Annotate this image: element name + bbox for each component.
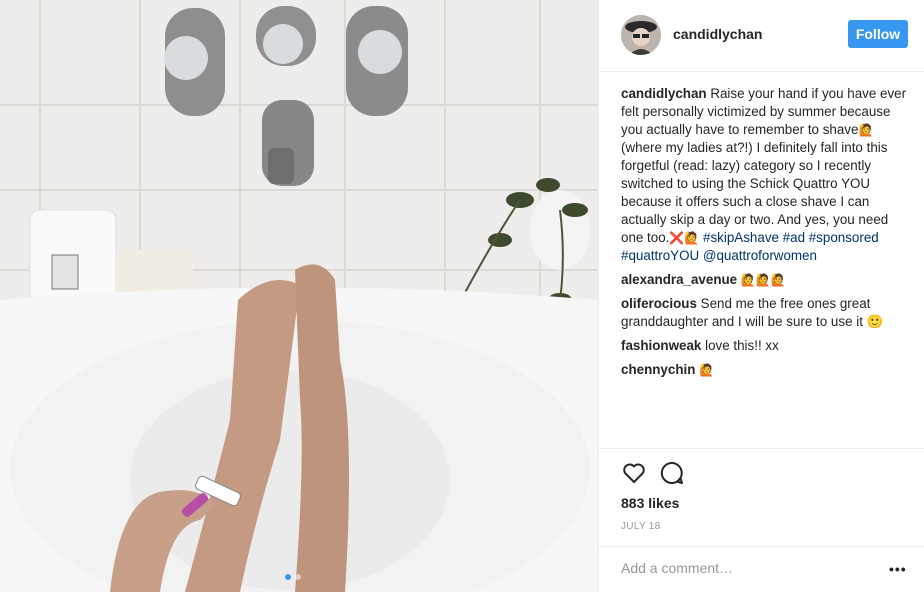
raised-hand-emoji: 🙋 [858,123,874,137]
comment-item: oliferocious Send me the free ones great… [621,295,913,331]
comment-username[interactable]: fashionweak [621,338,701,353]
more-options-icon[interactable]: ••• [889,561,907,579]
cross-hand-emoji: ❌🙋 [669,231,700,245]
carousel-dot[interactable] [295,574,301,580]
comment-text: love this!! xx [705,338,779,353]
carousel-dots[interactable] [285,574,301,580]
likes-count[interactable]: 883 likes [621,495,679,511]
avatar[interactable] [621,15,661,55]
bathtub-photo [0,0,598,592]
caption-username[interactable]: candidlychan [621,86,707,101]
comment-username[interactable]: oliferocious [621,296,697,311]
comment-username[interactable]: chennychin [621,362,695,377]
comment-item: alexandra_avenue 🙋🙋🙋 [621,271,913,289]
comments-list: candidlychan Raise your hand if you have… [621,85,913,385]
follow-button[interactable]: Follow [848,20,908,48]
heart-icon[interactable] [621,460,647,486]
caption: candidlychan Raise your hand if you have… [621,85,913,265]
post-header: candidlychan Follow [599,0,924,72]
post-date: JULY 18 [621,521,661,532]
add-comment-section: ••• [599,546,924,592]
carousel-dot-active[interactable] [285,574,291,580]
comment-item: chennychin 🙋 [621,361,913,379]
comment-icon[interactable] [659,460,685,486]
post-details-panel: candidlychan Follow candidlychan Raise y… [598,0,924,592]
avatar-image [621,15,661,55]
post-username[interactable]: candidlychan [673,26,762,42]
actions-divider [599,448,924,449]
comment-item: fashionweak love this!! xx [621,337,913,355]
add-comment-input[interactable] [621,560,861,576]
post-photo[interactable] [0,0,598,592]
comment-text: 🙋🙋🙋 [740,273,786,287]
comment-text: 🙋 [699,363,715,377]
comment-username[interactable]: alexandra_avenue [621,272,737,287]
